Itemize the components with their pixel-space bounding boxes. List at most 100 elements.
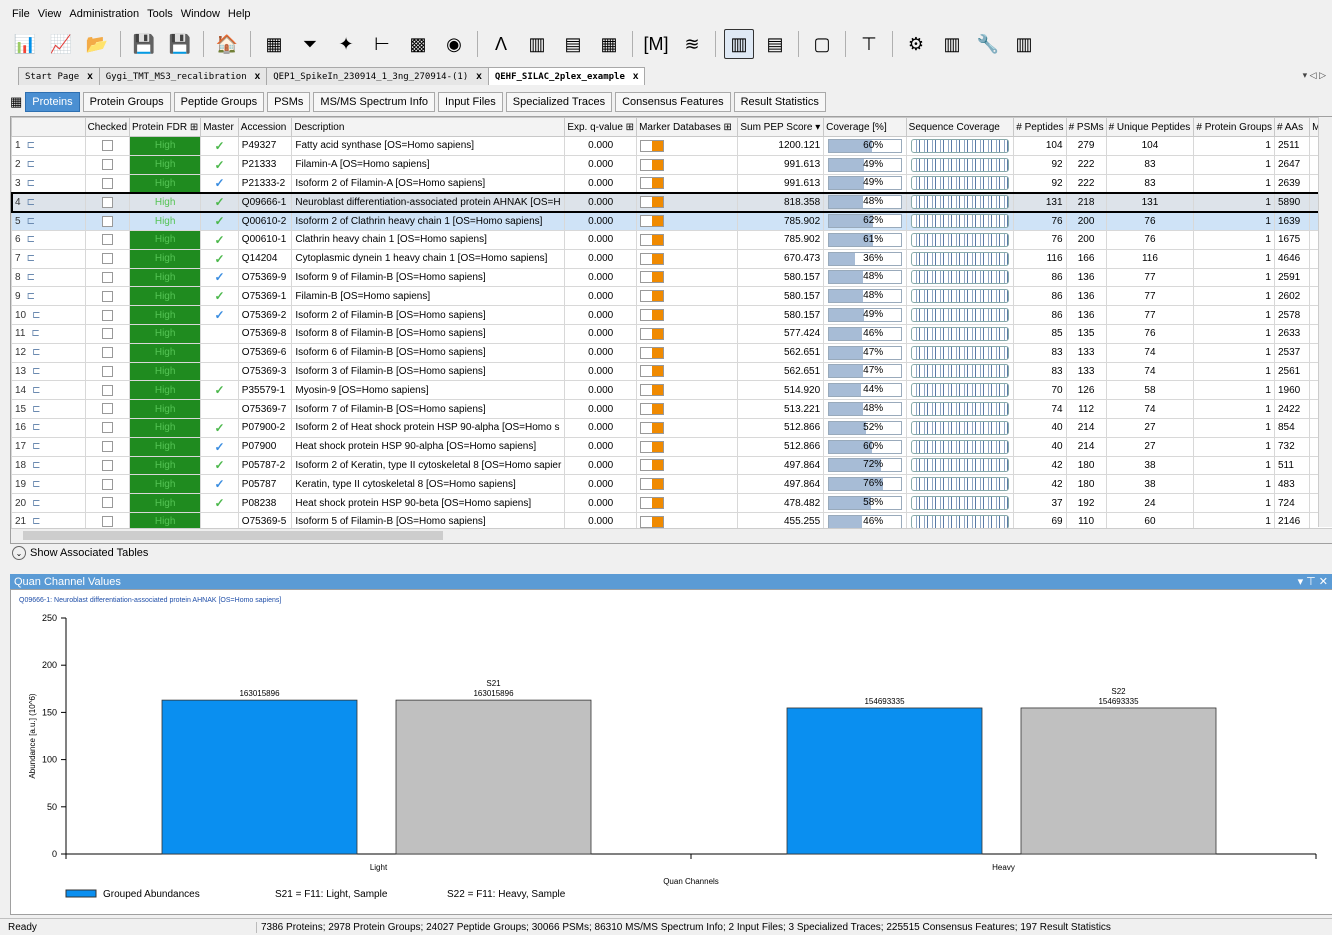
column-header[interactable]: # Peptides <box>1014 118 1066 137</box>
pin-icon[interactable]: ⊏ <box>32 422 40 433</box>
save-icon[interactable]: 💾 <box>129 29 159 59</box>
column-header[interactable]: Master <box>201 118 239 137</box>
tab-proteins[interactable]: Proteins <box>25 92 79 112</box>
table-row[interactable]: 12⊏HighO75369-6Isoform 6 of Filamin-B [O… <box>12 343 1332 362</box>
pin-icon[interactable]: ⊏ <box>32 310 40 321</box>
table-row[interactable]: 14⊏High✓P35579-1Myosin-9 [OS=Homo sapien… <box>12 381 1332 400</box>
chart-icon[interactable]: ✦ <box>331 29 361 59</box>
table-row[interactable]: 8⊏High✓O75369-9Isoform 9 of Filamin-B [O… <box>12 268 1332 287</box>
tab-protein-groups[interactable]: Protein Groups <box>83 92 171 112</box>
database-icon[interactable]: ▥ <box>937 29 967 59</box>
horizontal-scrollbar[interactable] <box>11 528 1332 543</box>
column-header[interactable]: Coverage [%] <box>824 118 907 137</box>
document-icon[interactable]: ▢ <box>807 29 837 59</box>
checked-cell[interactable] <box>85 494 129 513</box>
menu-administration[interactable]: Administration <box>69 8 139 26</box>
document-tab[interactable]: QEHF_SILAC_2plex_examplex <box>488 67 646 85</box>
checkbox[interactable] <box>102 178 113 189</box>
table-row[interactable]: 13⊏HighO75369-3Isoform 3 of Filamin-B [O… <box>12 362 1332 381</box>
bar-chart-icon[interactable]: ▥ <box>522 29 552 59</box>
checked-cell[interactable] <box>85 437 129 456</box>
column-header[interactable]: Sequence Coverage <box>906 118 1014 137</box>
pin-icon[interactable]: ⊏ <box>27 272 35 283</box>
table-row[interactable]: 5⊏High✓Q00610-2Isoform 2 of Clathrin hea… <box>12 212 1332 231</box>
table-row[interactable]: 1⊏High✓P49327Fatty acid synthase [OS=Hom… <box>12 137 1332 156</box>
document-tab[interactable]: QEP1_SpikeIn_230914_1_3ng_270914-(1)x <box>266 67 489 85</box>
column-header[interactable]: # PSMs <box>1066 118 1106 137</box>
pin-icon[interactable]: ⊏ <box>27 159 35 170</box>
database-2-icon[interactable]: ▥ <box>1009 29 1039 59</box>
pin-icon[interactable]: ⊏ <box>32 479 40 490</box>
home-icon[interactable]: 🏠 <box>212 29 242 59</box>
checked-cell[interactable] <box>85 268 129 287</box>
checkbox[interactable] <box>102 272 113 283</box>
grid-icon[interactable]: ▦ <box>594 29 624 59</box>
checkbox[interactable] <box>102 140 113 151</box>
column-header[interactable]: Exp. q-value ⊞ <box>565 118 637 137</box>
quan-icon[interactable]: ▥ <box>724 29 754 59</box>
vertical-scrollbar[interactable] <box>1318 117 1332 527</box>
spectrum-icon[interactable]: Λ <box>486 29 516 59</box>
checkbox[interactable] <box>102 197 113 208</box>
column-header[interactable]: Protein FDR ⊞ <box>130 118 201 137</box>
table-row[interactable]: 4⊏High✓Q09666-1Neuroblast differentiatio… <box>12 193 1332 212</box>
table-row[interactable]: 20⊏High✓P08238Heat shock protein HSP 90-… <box>12 494 1332 513</box>
tree-icon[interactable]: ⊢ <box>367 29 397 59</box>
document-tab[interactable]: Start Pagex <box>18 67 100 85</box>
tab-peptide-groups[interactable]: Peptide Groups <box>174 92 264 112</box>
checkbox[interactable] <box>102 385 113 396</box>
hierarchy-icon[interactable]: ⊤ <box>854 29 884 59</box>
tab-input-files[interactable]: Input Files <box>438 92 503 112</box>
checked-cell[interactable] <box>85 362 129 381</box>
pin-icon[interactable]: ⊏ <box>27 178 35 189</box>
pin-icon[interactable]: ⊏ <box>32 366 40 377</box>
close-icon[interactable]: x <box>255 71 261 82</box>
checkbox[interactable] <box>102 216 113 227</box>
open-study-icon[interactable]: 📊 <box>10 29 40 59</box>
checked-cell[interactable] <box>85 324 129 343</box>
tab-navigation[interactable]: ▾ ◁ ▷ <box>1303 70 1326 81</box>
checkbox[interactable] <box>102 422 113 433</box>
table-row[interactable]: 16⊏High✓P07900-2Isoform 2 of Heat shock … <box>12 418 1332 437</box>
checked-cell[interactable] <box>85 230 129 249</box>
column-header[interactable]: Checked <box>85 118 129 137</box>
checked-cell[interactable] <box>85 418 129 437</box>
checkbox[interactable] <box>102 310 113 321</box>
checked-cell[interactable] <box>85 343 129 362</box>
menu-tools[interactable]: Tools <box>147 8 173 26</box>
checkbox[interactable] <box>102 159 113 170</box>
checked-cell[interactable] <box>85 155 129 174</box>
close-icon[interactable]: x <box>633 71 639 82</box>
pin-icon[interactable]: ⊏ <box>32 441 40 452</box>
column-header[interactable]: Description <box>292 118 565 137</box>
line-chart-icon[interactable]: ≋ <box>677 29 707 59</box>
pin-icon[interactable]: ⊏ <box>32 516 40 527</box>
checked-cell[interactable] <box>85 456 129 475</box>
table-row[interactable]: 18⊏High✓P05787-2Isoform 2 of Keratin, ty… <box>12 456 1332 475</box>
table-row[interactable]: 9⊏High✓O75369-1Filamin-B [OS=Homo sapien… <box>12 287 1332 306</box>
column-header[interactable]: Sum PEP Score ▾ <box>738 118 824 137</box>
table-row[interactable]: 10⊏High✓O75369-2Isoform 2 of Filamin-B [… <box>12 306 1332 325</box>
checkbox[interactable] <box>102 347 113 358</box>
table-row[interactable]: 17⊏High✓P07900Heat shock protein HSP 90-… <box>12 437 1332 456</box>
table-row[interactable]: 7⊏High✓Q14204Cytoplasmic dynein 1 heavy … <box>12 249 1332 268</box>
close-icon[interactable]: x <box>476 71 482 82</box>
pin-icon[interactable]: ⊏ <box>27 216 35 227</box>
pin-icon[interactable]: ⊏ <box>31 328 39 339</box>
checked-cell[interactable] <box>85 193 129 212</box>
checkbox[interactable] <box>102 460 113 471</box>
export-icon[interactable]: 🔧 <box>973 29 1003 59</box>
checkbox[interactable] <box>102 497 113 508</box>
column-header[interactable]: Accession <box>238 118 292 137</box>
table-row[interactable]: 15⊏HighO75369-7Isoform 7 of Filamin-B [O… <box>12 400 1332 419</box>
pin-icon[interactable]: ⊏ <box>32 498 40 509</box>
checked-cell[interactable] <box>85 287 129 306</box>
checked-cell[interactable] <box>85 306 129 325</box>
tab-ms-ms-spectrum-info[interactable]: MS/MS Spectrum Info <box>313 92 435 112</box>
tab-result-statistics[interactable]: Result Statistics <box>734 92 826 112</box>
column-header[interactable]: # Protein Groups <box>1194 118 1275 137</box>
document-tab[interactable]: Gygi_TMT_MS3_recalibrationx <box>99 67 267 85</box>
open-result-icon[interactable]: 📈 <box>46 29 76 59</box>
menu-window[interactable]: Window <box>181 8 220 26</box>
tab-specialized-traces[interactable]: Specialized Traces <box>506 92 612 112</box>
